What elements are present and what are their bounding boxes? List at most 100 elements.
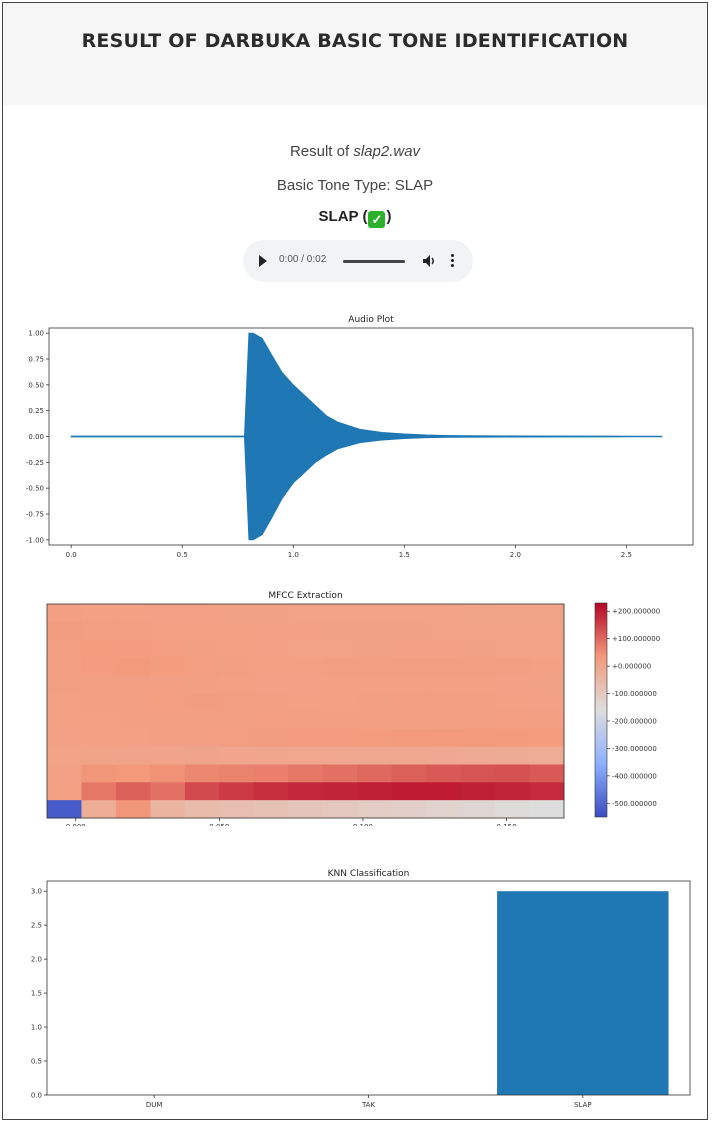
mfcc-cell — [115, 782, 151, 801]
colorbar-tick-label: -100.000000 — [612, 690, 657, 698]
mfcc-cell — [357, 711, 393, 730]
mfcc-cell — [391, 639, 427, 658]
mfcc-cell — [495, 693, 531, 712]
mfcc-cell — [81, 604, 117, 623]
mfcc-cell — [219, 693, 255, 712]
mfcc-cell — [150, 800, 186, 819]
more-options-icon[interactable] — [449, 253, 455, 269]
mfcc-cell — [219, 621, 255, 641]
mfcc-cell — [253, 728, 289, 748]
volume-icon[interactable] — [421, 253, 437, 269]
play-icon[interactable] — [259, 255, 267, 267]
mfcc-cell — [391, 657, 427, 676]
mfcc-cell — [529, 764, 565, 783]
knn-y-tick-label: 1.0 — [31, 1024, 42, 1032]
mfcc-cell — [288, 657, 324, 676]
mfcc-cell — [391, 746, 427, 765]
mfcc-cell — [288, 639, 324, 658]
mfcc-cell — [150, 657, 186, 676]
mfcc-cell — [150, 604, 186, 623]
result-prefix: Result of — [289, 143, 350, 160]
audio-y-tick-label: -1.00 — [26, 536, 44, 544]
knn-chart-title: KNN Classification — [328, 869, 410, 879]
audio-x-tick-label: 1.0 — [288, 551, 299, 558]
mfcc-cell — [460, 800, 496, 819]
mfcc-cell — [426, 639, 462, 658]
knn-y-tick-label: 2.5 — [31, 922, 42, 930]
mfcc-cell — [357, 657, 393, 676]
mfcc-cell — [391, 675, 427, 694]
mfcc-cell — [460, 639, 496, 658]
mfcc-cell — [81, 657, 117, 676]
mfcc-cell — [150, 782, 186, 801]
seek-bar[interactable] — [343, 260, 405, 263]
mfcc-cell — [529, 604, 565, 623]
colorbar-tick-label: -500.000000 — [612, 800, 657, 808]
knn-y-tick-label: 0.5 — [31, 1058, 42, 1066]
mfcc-cell — [253, 604, 289, 623]
mfcc-cell — [288, 604, 324, 623]
mfcc-cell — [115, 675, 151, 694]
audio-y-tick-label: -0.50 — [26, 485, 44, 493]
mfcc-cell — [426, 746, 462, 765]
knn-bar-slap — [497, 891, 669, 1095]
mfcc-cell — [357, 675, 393, 694]
mfcc-colorbar — [594, 602, 608, 818]
mfcc-cell — [426, 800, 462, 819]
mfcc-cell — [219, 711, 255, 730]
mfcc-cell — [391, 621, 427, 641]
mfcc-cell — [322, 746, 358, 765]
mfcc-cell — [253, 639, 289, 658]
colorbar-tick-label: +200.000000 — [612, 608, 660, 616]
mfcc-cell — [150, 639, 186, 658]
mfcc-cell — [288, 711, 324, 730]
mfcc-cell — [184, 675, 220, 694]
mfcc-cell — [253, 800, 289, 819]
mfcc-cell — [184, 657, 220, 676]
colorbar-tick-label: +0.000000 — [612, 663, 651, 671]
mfcc-cell — [529, 693, 565, 712]
mfcc-cell — [115, 621, 151, 641]
mfcc-cell — [47, 639, 82, 658]
mfcc-cell — [460, 728, 496, 748]
audio-y-tick-label: 0.75 — [28, 356, 44, 364]
mfcc-cell — [150, 621, 186, 641]
mfcc-cell — [81, 782, 117, 801]
mfcc-cell — [115, 693, 151, 712]
mfcc-cell — [184, 782, 220, 801]
verdict: SLAP (✓) — [3, 208, 707, 228]
mfcc-cell — [460, 621, 496, 641]
audio-x-tick-label: 0.0 — [66, 551, 77, 558]
mfcc-cell — [495, 782, 531, 801]
mfcc-cell — [184, 800, 220, 819]
mfcc-cell — [115, 800, 151, 819]
mfcc-cell — [288, 728, 324, 748]
mfcc-cell — [184, 693, 220, 712]
verdict-close-paren: ) — [386, 208, 392, 225]
mfcc-cell — [81, 800, 117, 819]
mfcc-chart-title: MFCC Extraction — [268, 591, 342, 601]
mfcc-cell — [322, 711, 358, 730]
mfcc-cell — [322, 693, 358, 712]
mfcc-cell — [115, 764, 151, 783]
audio-y-tick-label: 0.25 — [28, 407, 44, 415]
mfcc-cell — [322, 604, 358, 623]
mfcc-cell — [81, 764, 117, 783]
mfcc-cell — [322, 764, 358, 783]
mfcc-cell — [47, 693, 82, 712]
mfcc-cell — [150, 711, 186, 730]
mfcc-x-tick-label: 0.150 — [497, 823, 517, 826]
audio-player[interactable]: 0:00 / 0:02 — [243, 240, 473, 282]
mfcc-cell — [495, 746, 531, 765]
mfcc-cell — [357, 782, 393, 801]
mfcc-cell — [322, 675, 358, 694]
mfcc-cell — [495, 728, 531, 748]
mfcc-cell — [357, 746, 393, 765]
mfcc-cell — [81, 639, 117, 658]
mfcc-cell — [184, 621, 220, 641]
basic-tone-type: Basic Tone Type: SLAP — [276, 177, 434, 194]
mfcc-cell — [426, 675, 462, 694]
mfcc-cell — [322, 728, 358, 748]
mfcc-cell — [460, 675, 496, 694]
audio-chart-title: Audio Plot — [348, 315, 394, 325]
